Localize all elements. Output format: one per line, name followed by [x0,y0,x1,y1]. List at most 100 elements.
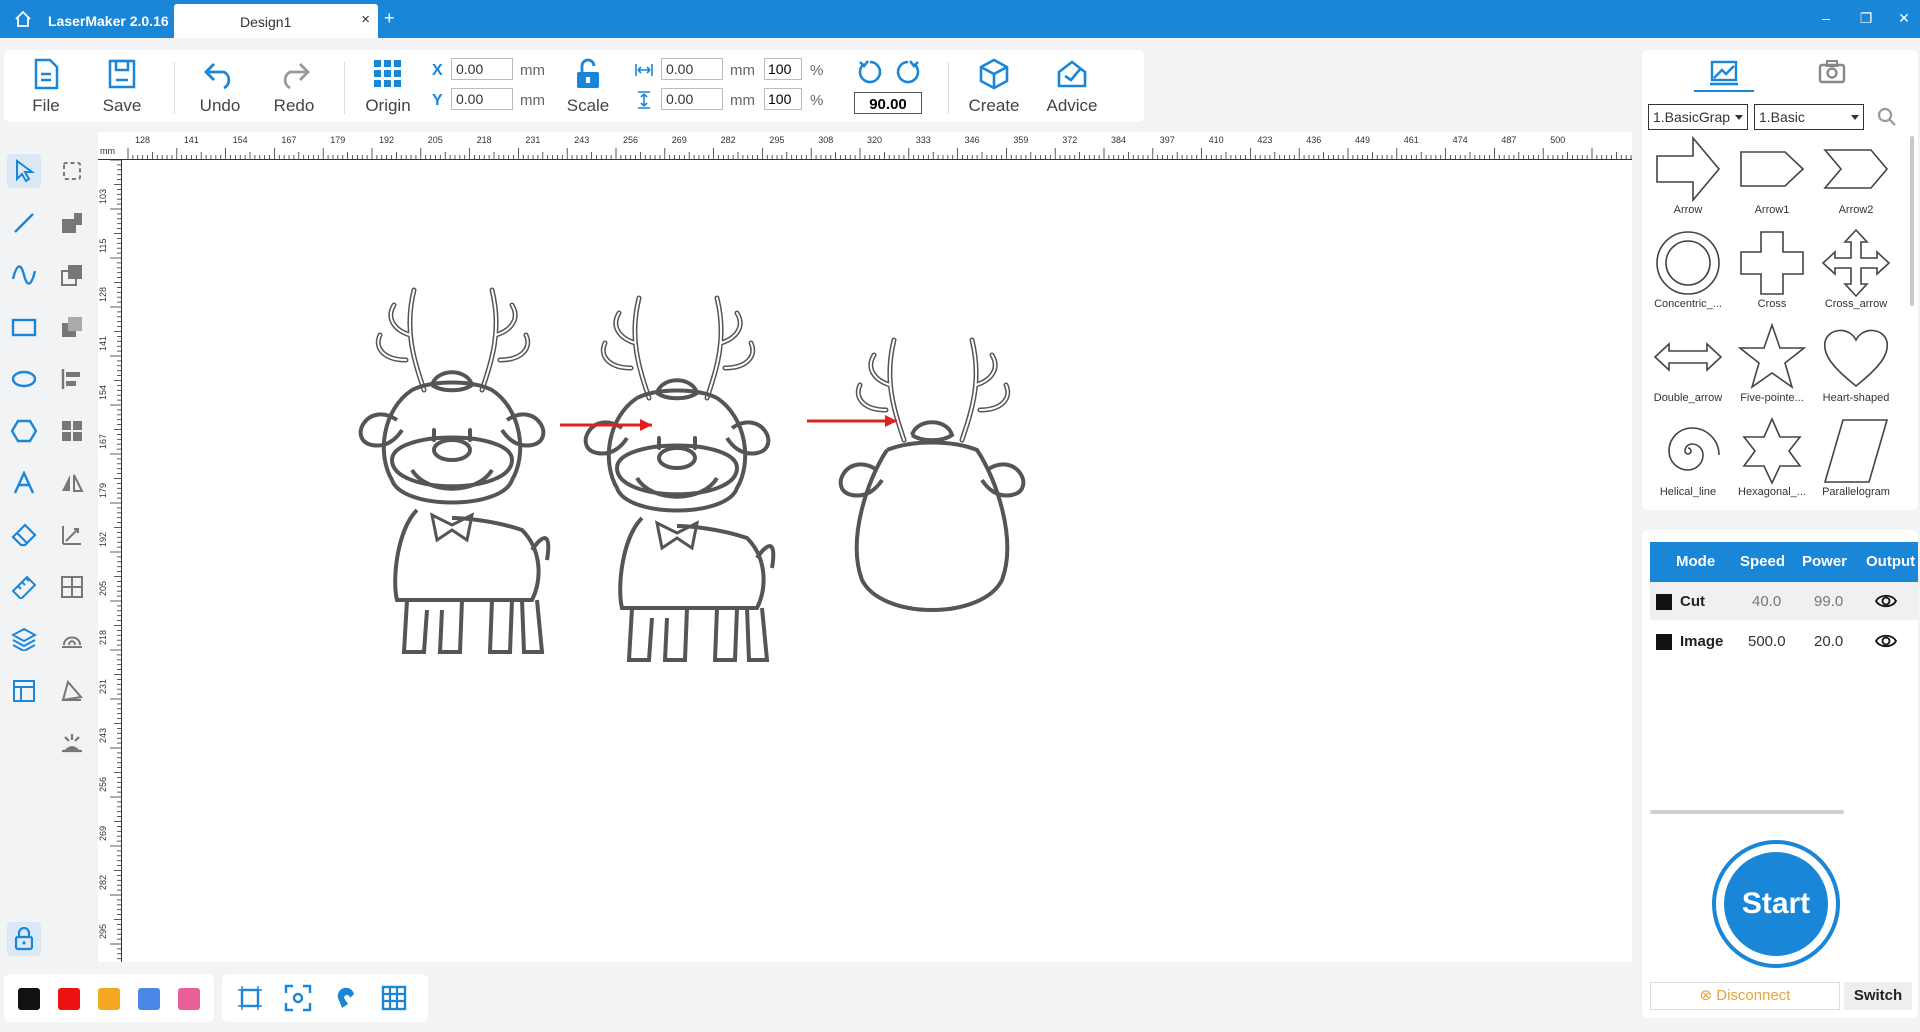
subcategory-select[interactable]: 1.Basic [1754,104,1864,130]
layer-color[interactable] [1656,594,1672,610]
polygon-tool[interactable] [7,414,41,448]
tab-design1[interactable]: Design1 × [174,4,378,38]
shape-library-panel: 1.BasicGrap 1.Basic Arrow Arrow1 Arrow2 … [1642,50,1918,510]
height-percent-input[interactable] [764,88,802,110]
search-icon[interactable] [1876,106,1898,128]
select-tool[interactable] [7,154,41,188]
shape-cross[interactable]: Cross [1730,228,1814,322]
effect-tool[interactable] [55,726,89,760]
eraser-tool[interactable] [7,518,41,552]
rectangle-tool[interactable] [7,310,41,344]
weld-tool[interactable] [55,622,89,656]
layer-power: 99.0 [1814,593,1844,610]
scale-lock-button[interactable]: Scale [556,58,620,120]
layout-tool[interactable] [7,674,41,708]
layer-row-image[interactable]: Image 500.0 20.0 [1650,622,1918,660]
width-unit: mm [730,62,755,79]
align-tool[interactable] [55,362,89,396]
path-tool[interactable] [55,674,89,708]
y-position-input[interactable] [451,88,513,110]
width-percent-input[interactable] [764,58,802,80]
fit-canvas-icon[interactable] [236,984,264,1012]
width-input[interactable] [661,58,723,80]
shape-hexagonal-star[interactable]: Hexagonal_... [1730,416,1814,510]
node-edit-tool[interactable] [55,154,89,188]
ellipse-tool[interactable] [7,362,41,396]
camera-tab-icon[interactable] [1812,56,1852,90]
shape-arrow[interactable]: Arrow [1646,134,1730,228]
rotate-left-icon[interactable] [856,58,884,86]
save-button[interactable]: Save [90,58,154,120]
grid-icon[interactable] [380,984,408,1012]
shape-five-pointed-star[interactable]: Five-pointe... [1730,322,1814,416]
category-select[interactable]: 1.BasicGrap [1648,104,1748,130]
color-swatch[interactable] [58,988,80,1010]
undo-button[interactable]: Undo [188,58,252,120]
create-label: Create [968,96,1020,115]
layers-tool[interactable] [7,622,41,656]
shape-double-arrow[interactable]: Double_arrow [1646,322,1730,416]
home-icon[interactable] [14,10,32,28]
text-tool[interactable] [7,466,41,500]
minimize-button[interactable]: – [1816,10,1836,26]
image-library-tab-icon[interactable] [1704,56,1744,90]
mirror-tool[interactable] [55,466,89,500]
magnet-snap-icon[interactable] [332,984,360,1012]
lock-tool[interactable] [7,922,41,956]
group-icon [62,421,82,441]
color-swatch[interactable] [138,988,160,1010]
disconnect-button[interactable]: ⊗ Disconnect [1650,982,1840,1010]
shape-concentric[interactable]: Concentric_... [1646,228,1730,322]
shape-heart[interactable]: Heart-shaped [1814,322,1898,416]
shape-cross-arrow[interactable]: Cross_arrow [1814,228,1898,322]
maximize-button[interactable]: ❐ [1856,10,1876,27]
subtract-tool[interactable] [55,258,89,292]
layer-horizontal-scrollbar[interactable] [1650,810,1844,814]
switch-button[interactable]: Switch [1844,982,1912,1010]
tab-close-icon[interactable]: × [361,11,370,28]
eye-icon[interactable] [1874,632,1898,650]
shape-arrow1[interactable]: Arrow1 [1730,134,1814,228]
height-input[interactable] [661,88,723,110]
layer-color[interactable] [1656,634,1672,650]
create-button[interactable]: Create [962,58,1026,120]
measure-tool[interactable] [7,570,41,604]
line-icon [14,213,34,233]
close-window-button[interactable]: ✕ [1894,10,1914,27]
toolbar-divider [948,62,949,114]
ruler-tick-label: 192 [379,135,395,145]
rotate-right-icon[interactable] [894,58,922,86]
curve-tool[interactable] [7,258,41,292]
add-tab-icon[interactable]: + [384,8,395,29]
color-swatch[interactable] [98,988,120,1010]
start-button[interactable]: Start [1724,852,1828,956]
ruler-tick-label: 231 [98,678,108,694]
rotation-angle-input[interactable] [854,92,922,114]
eye-icon[interactable] [1874,592,1898,610]
array-tool[interactable] [55,570,89,604]
offset-tool[interactable] [55,518,89,552]
x-position-input[interactable] [451,58,513,80]
color-swatch[interactable] [18,988,40,1010]
ruler-tick-label: 449 [1355,135,1371,145]
left-ruler-ticks [110,160,122,960]
ruler-tick-label: 128 [135,135,151,145]
origin-button[interactable]: Origin [356,58,420,120]
layer-row-cut[interactable]: Cut 40.0 99.0 [1650,582,1918,620]
shape-arrow2[interactable]: Arrow2 [1814,134,1898,228]
shape-parallelogram[interactable]: Parallelogram [1814,416,1898,510]
redo-button[interactable]: Redo [262,58,326,120]
line-tool[interactable] [7,206,41,240]
shape-helical-line[interactable]: Helical_line [1646,416,1730,510]
color-swatch[interactable] [178,988,200,1010]
group-tool[interactable] [55,414,89,448]
intersect-tool[interactable] [55,310,89,344]
top-ruler-ticks [127,148,1632,160]
advice-button[interactable]: Advice [1040,58,1104,120]
design-canvas[interactable] [122,160,1632,962]
library-scrollbar[interactable] [1910,136,1914,306]
union-tool[interactable] [55,206,89,240]
left-toolbar [0,140,96,960]
file-button[interactable]: File [14,58,78,120]
focus-selection-icon[interactable] [284,984,312,1012]
